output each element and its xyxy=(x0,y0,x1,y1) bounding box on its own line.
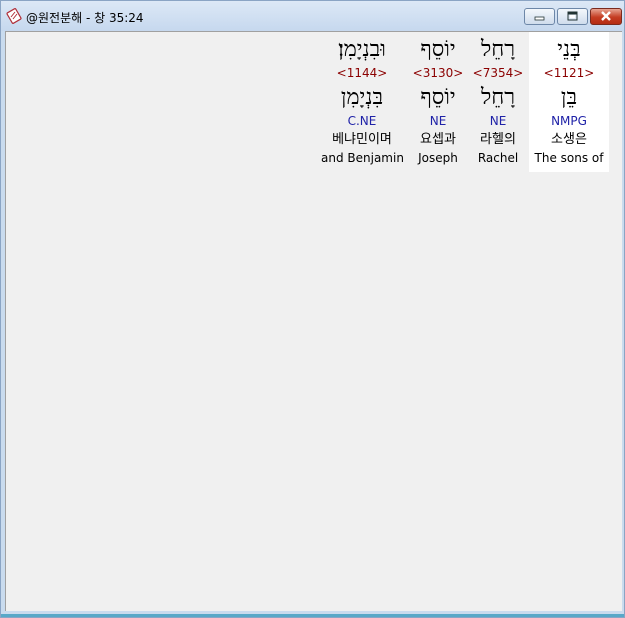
lemma-word: בֵּן xyxy=(560,85,578,110)
restore-icon xyxy=(567,11,578,21)
word-column-4[interactable]: וּבִנְיָמִן׃ <1144> בִּנְיָמִן C.NE 베냐민이… xyxy=(321,32,404,172)
strong-number[interactable]: <1144> xyxy=(321,66,403,80)
hebrew-word: יוֹסֵף xyxy=(420,37,456,62)
window-title: @원전분해 - 창 35:24 xyxy=(26,11,144,25)
app-window: @원전분해 - 창 35:24 בְּנֵי <1121> בֵּן NMPG … xyxy=(0,0,625,618)
minimize-button[interactable] xyxy=(524,8,555,25)
english-gloss: and Benjamin xyxy=(321,151,404,165)
korean-gloss: 베냐민이며 xyxy=(332,132,392,147)
minimize-icon xyxy=(534,16,545,21)
hebrew-word: וּבִנְיָמִן׃ xyxy=(338,37,386,62)
lemma-word: יוֹסֵף xyxy=(420,85,456,110)
lemma-word: בִּנְיָמִן xyxy=(340,85,384,110)
maximize-button[interactable] xyxy=(557,8,588,25)
morphology-code: NMPG xyxy=(551,114,587,128)
title-bar[interactable]: @원전분해 - 창 35:24 xyxy=(1,1,624,31)
taskbar-edge xyxy=(1,614,624,617)
app-icon xyxy=(6,8,22,24)
morphology-code: NE xyxy=(429,114,447,128)
hebrew-word: בְּנֵי xyxy=(557,37,581,62)
word-column-1[interactable]: בְּנֵי <1121> בֵּן NMPG 소생은 The sons of xyxy=(529,32,609,172)
close-button[interactable] xyxy=(590,8,622,25)
strong-number[interactable]: <1121> xyxy=(529,66,609,80)
english-gloss: Joseph xyxy=(418,151,458,165)
word-column-3[interactable]: יוֹסֵף <3130> יוֹסֵף NE 요셉과 Joseph xyxy=(398,32,478,172)
korean-gloss: 요셉과 xyxy=(420,132,456,147)
english-gloss: The sons of xyxy=(534,151,604,165)
close-icon xyxy=(601,11,611,21)
morphology-code: C.NE xyxy=(347,114,377,128)
korean-gloss: 소생은 xyxy=(551,132,587,147)
strong-number[interactable]: <3130> xyxy=(398,66,478,80)
